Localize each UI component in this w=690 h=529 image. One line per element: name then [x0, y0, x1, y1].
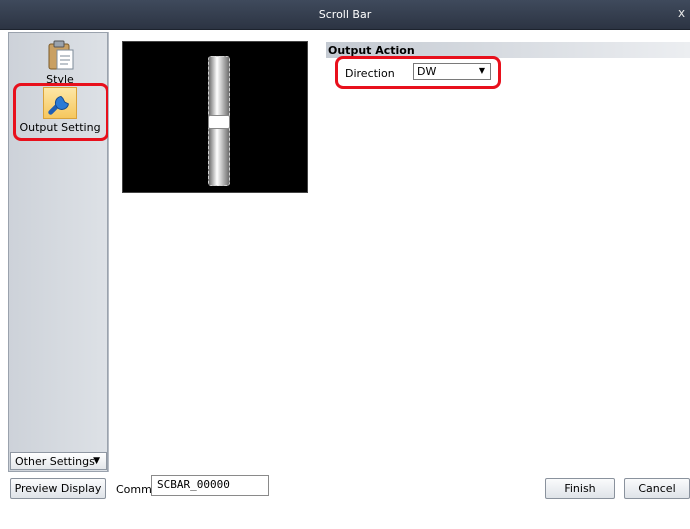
- window-title: Scroll Bar: [318, 8, 372, 21]
- scroll-bar-thumb: [208, 115, 230, 129]
- other-settings-label: Other Settings: [15, 455, 95, 468]
- panel-divider: [108, 32, 109, 472]
- other-settings-dropdown[interactable]: Other Settings ▼: [10, 452, 107, 470]
- direction-value: DW: [417, 65, 437, 78]
- chevron-down-icon: ▼: [478, 66, 485, 75]
- sidebar-item-output-setting[interactable]: Output Setting: [13, 87, 107, 139]
- sidebar-item-label: Output Setting: [19, 121, 101, 134]
- sidebar: Style Output Setting: [8, 32, 108, 472]
- chevron-down-icon: ▼: [93, 456, 100, 466]
- section-header-output-action: Output Action: [326, 42, 690, 58]
- wrench-icon: [43, 87, 77, 119]
- scroll-bar-preview: [208, 56, 230, 186]
- direction-label: Direction: [345, 67, 395, 80]
- close-icon[interactable]: x: [678, 6, 690, 22]
- sidebar-item-label: Style: [46, 73, 74, 86]
- sidebar-item-style[interactable]: Style: [13, 39, 107, 89]
- direction-select[interactable]: DW ▼: [413, 63, 491, 80]
- comment-input[interactable]: SCBAR_00000: [151, 475, 269, 496]
- preview-display-button[interactable]: Preview Display: [10, 478, 106, 499]
- preview-canvas: [122, 41, 308, 193]
- title-bar: Scroll Bar x: [0, 0, 690, 30]
- cancel-button[interactable]: Cancel: [624, 478, 690, 499]
- clipboard-icon: [48, 40, 74, 70]
- finish-button[interactable]: Finish: [545, 478, 615, 499]
